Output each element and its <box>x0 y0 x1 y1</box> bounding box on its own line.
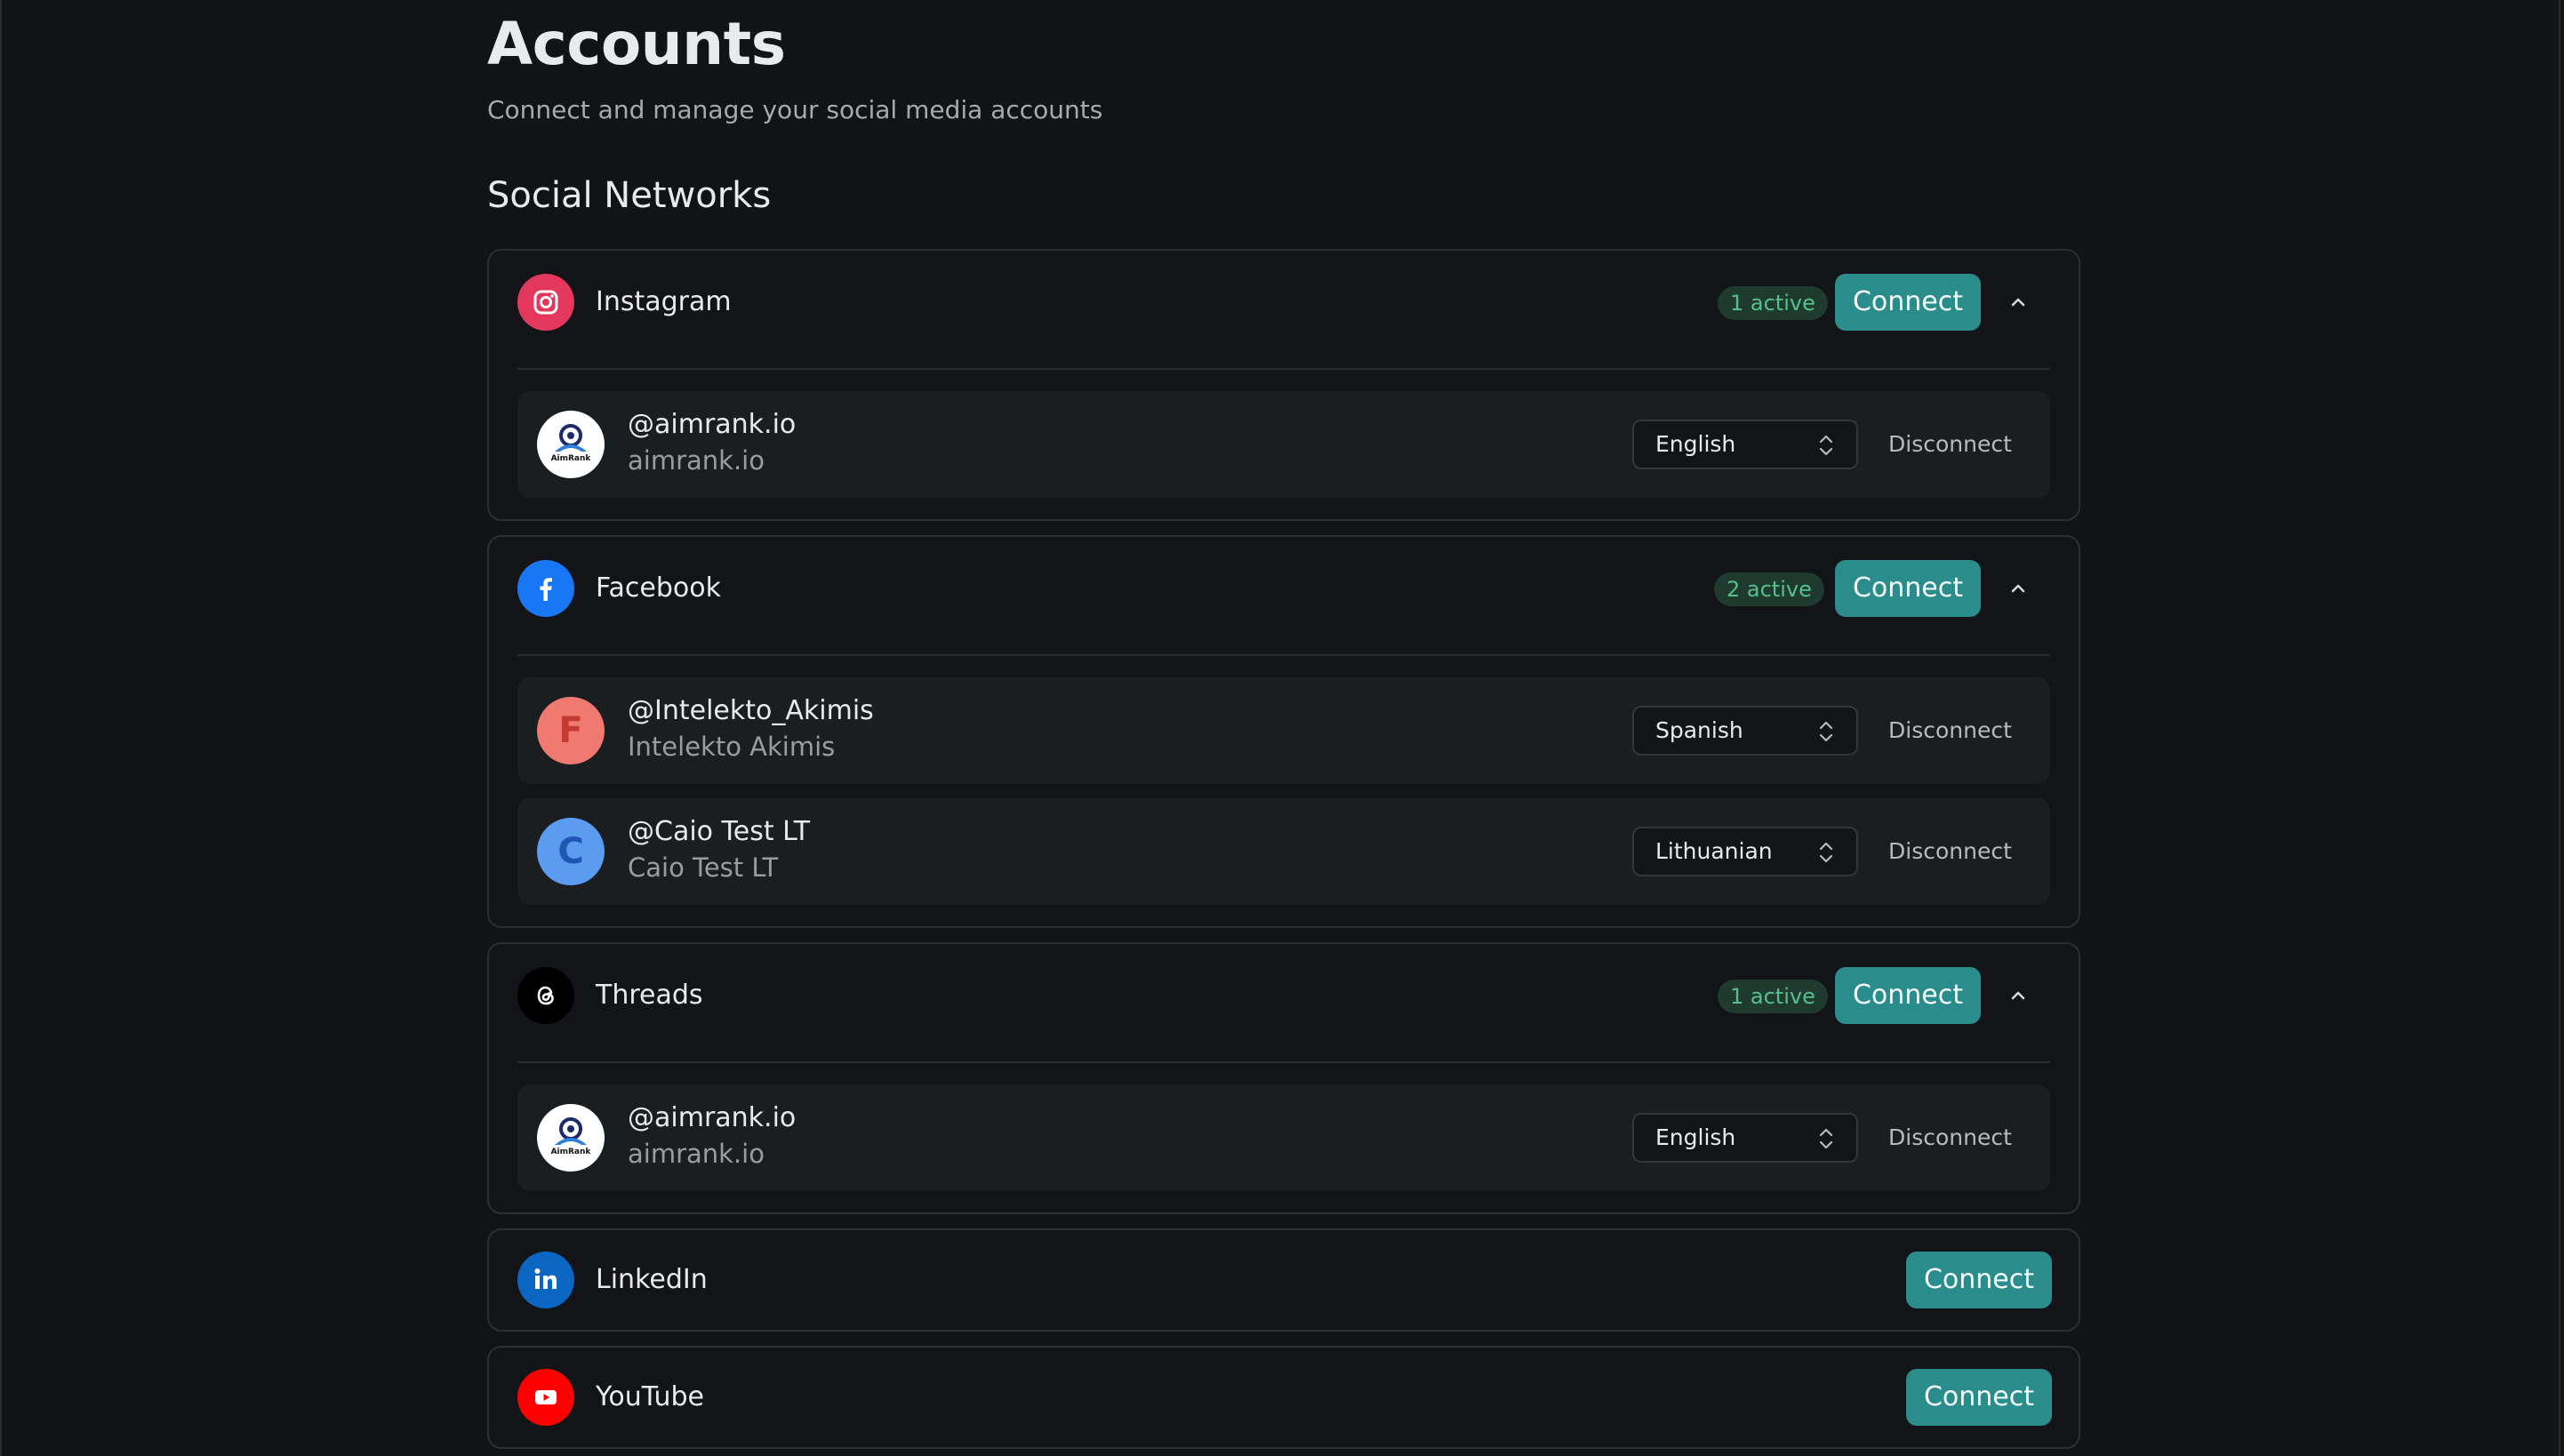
network-card-linkedin: LinkedIn Connect <box>487 1228 2080 1332</box>
network-card-facebook: Facebook 2 active Connect F @Intelekto_A… <box>487 535 2080 928</box>
network-header-facebook[interactable]: Facebook 2 active Connect <box>489 537 2079 642</box>
account-handle: @Caio Test LT <box>628 816 811 847</box>
network-name: LinkedIn <box>596 1264 708 1295</box>
aimrank-logo-icon: AimRank <box>551 1117 592 1156</box>
threads-icon <box>517 967 574 1024</box>
language-select[interactable]: English <box>1632 1113 1858 1163</box>
avatar-logo-text: AimRank <box>551 1148 592 1156</box>
active-count-badge: 1 active <box>1718 980 1828 1013</box>
network-card-youtube: YouTube Connect <box>487 1346 2080 1449</box>
avatar: F <box>537 697 605 764</box>
account-handle: @aimrank.io <box>628 409 797 440</box>
chevron-updown-icon <box>1819 842 1833 863</box>
linkedin-icon <box>517 1252 574 1308</box>
network-name: YouTube <box>596 1381 704 1412</box>
language-value: Lithuanian <box>1655 838 1773 864</box>
page-subtitle: Connect and manage your social media acc… <box>487 95 1103 124</box>
section-title: Social Networks <box>487 175 772 216</box>
connect-button[interactable]: Connect <box>1906 1369 2052 1426</box>
language-select[interactable]: Lithuanian <box>1632 827 1858 876</box>
network-header-linkedin: LinkedIn Connect <box>489 1230 2079 1333</box>
active-count-badge: 1 active <box>1718 286 1828 320</box>
divider <box>517 1061 2050 1063</box>
avatar-letter: F <box>558 710 583 751</box>
chevron-updown-icon <box>1819 721 1833 742</box>
network-card-threads: Threads 1 active Connect AimRank @aimran… <box>487 942 2080 1214</box>
language-select[interactable]: Spanish <box>1632 706 1858 756</box>
divider <box>517 368 2050 370</box>
network-header-youtube: YouTube Connect <box>489 1348 2079 1451</box>
account-row: F @Intelekto_Akimis Intelekto Akimis Spa… <box>517 677 2050 784</box>
instagram-icon <box>517 274 574 331</box>
network-name: Facebook <box>596 572 721 604</box>
chevron-updown-icon <box>1819 1128 1833 1149</box>
facebook-icon <box>517 560 574 617</box>
avatar-letter: C <box>557 831 584 872</box>
network-card-instagram: Instagram 1 active Connect AimRank @aimr… <box>487 249 2080 521</box>
network-header-threads[interactable]: Threads 1 active Connect <box>489 944 2079 1049</box>
page-title: Accounts <box>487 10 786 78</box>
network-name: Instagram <box>596 286 732 317</box>
account-name: aimrank.io <box>628 1139 765 1169</box>
connect-button[interactable]: Connect <box>1906 1252 2052 1308</box>
language-value: English <box>1655 1124 1736 1150</box>
chevron-up-icon[interactable] <box>2000 284 2036 320</box>
disconnect-button[interactable]: Disconnect <box>1888 1118 2012 1157</box>
account-name: Intelekto Akimis <box>628 732 836 762</box>
aimrank-logo-icon: AimRank <box>551 424 592 463</box>
network-header-instagram[interactable]: Instagram 1 active Connect <box>489 251 2079 356</box>
disconnect-button[interactable]: Disconnect <box>1888 832 2012 871</box>
divider <box>517 654 2050 656</box>
avatar: AimRank <box>537 1104 605 1172</box>
account-name: Caio Test LT <box>628 852 779 883</box>
connect-button[interactable]: Connect <box>1835 560 1981 617</box>
disconnect-button[interactable]: Disconnect <box>1888 425 2012 464</box>
chevron-up-icon[interactable] <box>2000 978 2036 1013</box>
avatar: C <box>537 818 605 885</box>
connect-button[interactable]: Connect <box>1835 967 1981 1024</box>
disconnect-button[interactable]: Disconnect <box>1888 711 2012 750</box>
youtube-icon <box>517 1369 574 1426</box>
chevron-up-icon[interactable] <box>2000 571 2036 606</box>
account-row: AimRank @aimrank.io aimrank.io English D… <box>517 391 2050 498</box>
network-name: Threads <box>596 980 703 1011</box>
language-select[interactable]: English <box>1632 420 1858 469</box>
connect-button[interactable]: Connect <box>1835 274 1981 331</box>
avatar: AimRank <box>537 411 605 478</box>
account-name: aimrank.io <box>628 445 765 476</box>
language-value: English <box>1655 431 1736 457</box>
avatar-logo-text: AimRank <box>551 454 592 463</box>
account-handle: @Intelekto_Akimis <box>628 695 874 726</box>
chevron-updown-icon <box>1819 435 1833 456</box>
account-row: C @Caio Test LT Caio Test LT Lithuanian … <box>517 798 2050 905</box>
account-row: AimRank @aimrank.io aimrank.io English D… <box>517 1084 2050 1191</box>
language-value: Spanish <box>1655 717 1743 743</box>
active-count-badge: 2 active <box>1714 572 1824 606</box>
account-handle: @aimrank.io <box>628 1102 797 1133</box>
